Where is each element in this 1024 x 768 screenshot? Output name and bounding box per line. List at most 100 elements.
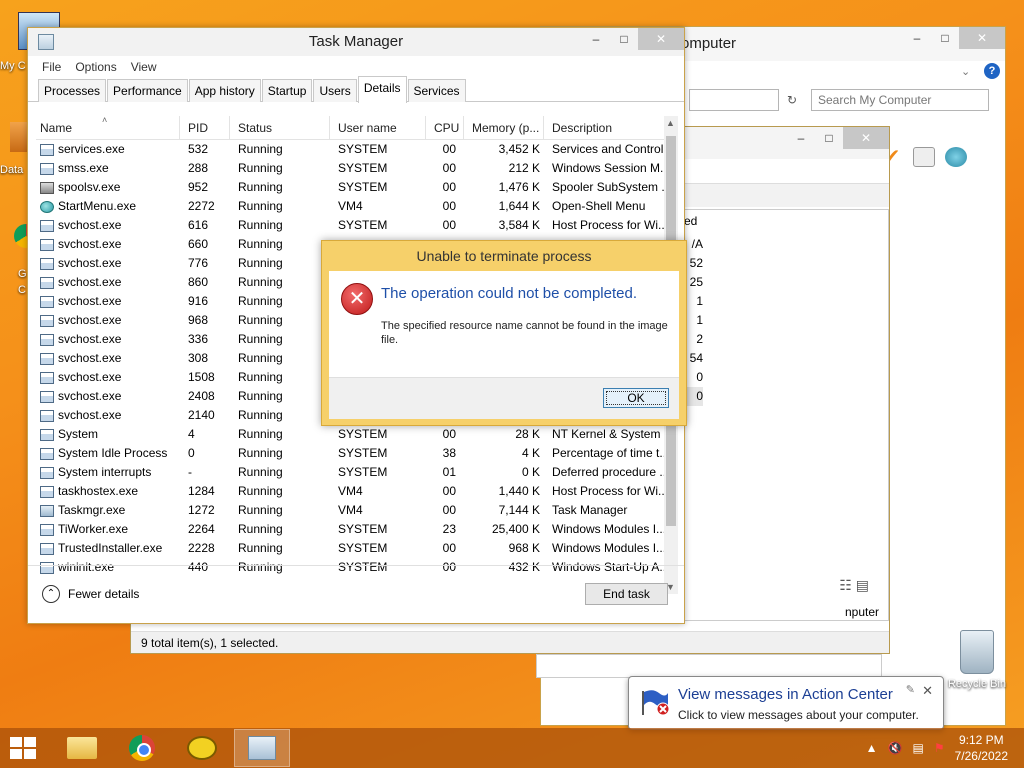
process-user: SYSTEM — [338, 446, 388, 460]
show-hidden-icons-icon[interactable]: ▲ — [866, 741, 878, 755]
minimize-button[interactable]: – — [582, 28, 610, 50]
process-name: taskhostex.exe — [58, 484, 139, 498]
table-row[interactable]: TrustedInstaller.exe 2228 Running SYSTEM 00 9… — [36, 539, 676, 558]
tab-app-history[interactable]: App history — [188, 79, 261, 102]
minimize-button[interactable]: – — [787, 127, 815, 149]
help-icon[interactable]: ? — [984, 63, 1000, 79]
view-mode-icons[interactable]: ☷ ▤ — [839, 577, 869, 594]
recycle-bin-desktop-icon[interactable]: Recycle Bin — [942, 630, 1012, 690]
properties-icon[interactable] — [945, 147, 967, 167]
column-description[interactable]: Description — [544, 116, 676, 139]
action-center-flag-icon[interactable]: ⚑ — [934, 741, 945, 755]
table-row[interactable]: spoolsv.exe 952 Running SYSTEM 00 1,476 K Spoo… — [36, 178, 676, 197]
tab-services[interactable]: Services — [407, 79, 466, 102]
rename-icon[interactable] — [913, 147, 935, 167]
process-cpu: 01 — [442, 465, 456, 479]
process-name-cell: svchost.exe — [36, 292, 180, 311]
menu-options[interactable]: Options — [75, 56, 116, 78]
table-row[interactable]: System 4 Running SYSTEM 00 28 K NT Kernel & Sy… — [36, 425, 676, 444]
process-cpu: 00 — [442, 199, 456, 213]
table-row[interactable]: taskhostex.exe 1284 Running VM4 00 1,440 K Hos… — [36, 482, 676, 501]
address-bar[interactable] — [689, 89, 779, 111]
taskbar-app[interactable] — [174, 729, 230, 767]
column-name[interactable]: Name ˄ — [36, 116, 180, 139]
tab-details[interactable]: Details — [357, 76, 407, 103]
start-button[interactable] — [0, 728, 46, 768]
tab-performance[interactable]: Performance — [107, 79, 188, 102]
process-icon — [40, 485, 54, 498]
process-name: svchost.exe — [58, 313, 122, 327]
taskbar-task-manager[interactable] — [234, 729, 290, 767]
speaker-muted-icon[interactable]: 🔇 — [888, 741, 903, 755]
process-name-cell: services.exe — [36, 140, 180, 159]
column-memory[interactable]: Memory (p... — [464, 116, 544, 139]
maximize-button[interactable]: □ — [610, 28, 638, 50]
error-dialog: Unable to terminate process ✕ The operat… — [321, 240, 687, 426]
table-row[interactable]: smss.exe 288 Running SYSTEM 00 212 K Windows S… — [36, 159, 676, 178]
table-row[interactable]: Taskmgr.exe 1272 Running VM4 00 7,144 K Task M… — [36, 501, 676, 520]
process-name: Taskmgr.exe — [58, 503, 126, 517]
tab-startup[interactable]: Startup — [261, 79, 313, 102]
action-center-notification[interactable]: View messages in Action Center Click to … — [628, 676, 944, 730]
process-pid: 336 — [188, 332, 209, 346]
table-row[interactable]: System Idle Process 0 Running SYSTEM 38 4 K Pe… — [36, 444, 676, 463]
process-name: svchost.exe — [58, 218, 122, 232]
refresh-icon[interactable]: ↻ — [787, 89, 803, 115]
desktop-label-c[interactable]: C — [18, 284, 26, 296]
process-pid: 532 — [188, 142, 209, 156]
column-status[interactable]: Status — [230, 116, 330, 139]
pin-icon[interactable]: ✎ — [906, 683, 915, 696]
process-icon — [40, 333, 54, 346]
process-status: Running — [238, 522, 283, 536]
menu-file[interactable]: File — [42, 56, 61, 78]
notification-title[interactable]: View messages in Action Center — [678, 686, 893, 703]
tab-processes[interactable]: Processes — [38, 79, 107, 102]
dialog-main-instruction: The operation could not be completed. — [381, 285, 638, 302]
process-name-cell: svchost.exe — [36, 406, 180, 425]
menu-view[interactable]: View — [131, 56, 157, 78]
maximize-button[interactable]: □ — [815, 127, 843, 149]
table-row[interactable]: services.exe 532 Running SYSTEM 00 3,452 K Ser… — [36, 140, 676, 159]
scroll-up-icon[interactable]: ▲ — [666, 118, 675, 128]
process-description: Services and Control... — [552, 142, 674, 156]
process-status: Running — [238, 484, 283, 498]
maximize-button[interactable]: □ — [931, 27, 959, 49]
column-cpu[interactable]: CPU — [426, 116, 464, 139]
clock-date: 7/26/2022 — [954, 749, 1008, 763]
network-icon[interactable]: ▤ — [913, 741, 924, 755]
close-button[interactable]: ✕ — [638, 28, 684, 50]
process-name: smss.exe — [58, 161, 109, 175]
table-header: Name ˄ PID Status User name CPU Memory (p… — [36, 116, 676, 140]
table-row[interactable]: svchost.exe 616 Running SYSTEM 00 3,584 K Host… — [36, 216, 676, 235]
desktop-label-g[interactable]: G — [18, 268, 27, 280]
process-icon — [40, 219, 54, 232]
clock[interactable]: 9:12 PM 7/26/2022 — [955, 732, 1008, 764]
process-status: Running — [238, 446, 283, 460]
process-name-cell: svchost.exe — [36, 349, 180, 368]
ok-button[interactable]: OK — [603, 388, 669, 408]
close-button[interactable]: ✕ — [959, 27, 1005, 49]
process-name-cell: svchost.exe — [36, 254, 180, 273]
fewer-details-label: Fewer details — [68, 587, 140, 601]
minimize-button[interactable]: – — [903, 27, 931, 49]
chevron-down-icon[interactable]: ⌄ — [961, 65, 970, 78]
process-icon — [40, 428, 54, 441]
tab-users[interactable]: Users — [313, 79, 357, 102]
table-row[interactable]: System interrupts - Running SYSTEM 01 0 K Defe… — [36, 463, 676, 482]
column-user-name[interactable]: User name — [330, 116, 426, 139]
taskbar-chrome[interactable] — [114, 729, 170, 767]
process-status: Running — [238, 351, 283, 365]
desktop-label-my-computer[interactable]: My C — [0, 60, 26, 72]
taskbar-explorer[interactable] — [54, 729, 110, 767]
end-task-button[interactable]: End task — [585, 583, 668, 605]
notification-text: Click to view messages about your comput… — [678, 708, 919, 722]
table-row[interactable]: StartMenu.exe 2272 Running VM4 00 1,644 K Open… — [36, 197, 676, 216]
table-row[interactable]: TiWorker.exe 2264 Running SYSTEM 23 25,400 K W… — [36, 520, 676, 539]
close-icon[interactable]: ✕ — [922, 683, 933, 699]
folder-icon — [67, 737, 97, 759]
fewer-details-button[interactable]: ⌃ Fewer details — [42, 585, 139, 603]
desktop-label-data[interactable]: Data — [0, 164, 23, 176]
search-input[interactable]: Search My Computer — [811, 89, 989, 111]
close-button[interactable]: ✕ — [843, 127, 889, 149]
column-pid[interactable]: PID — [180, 116, 230, 139]
